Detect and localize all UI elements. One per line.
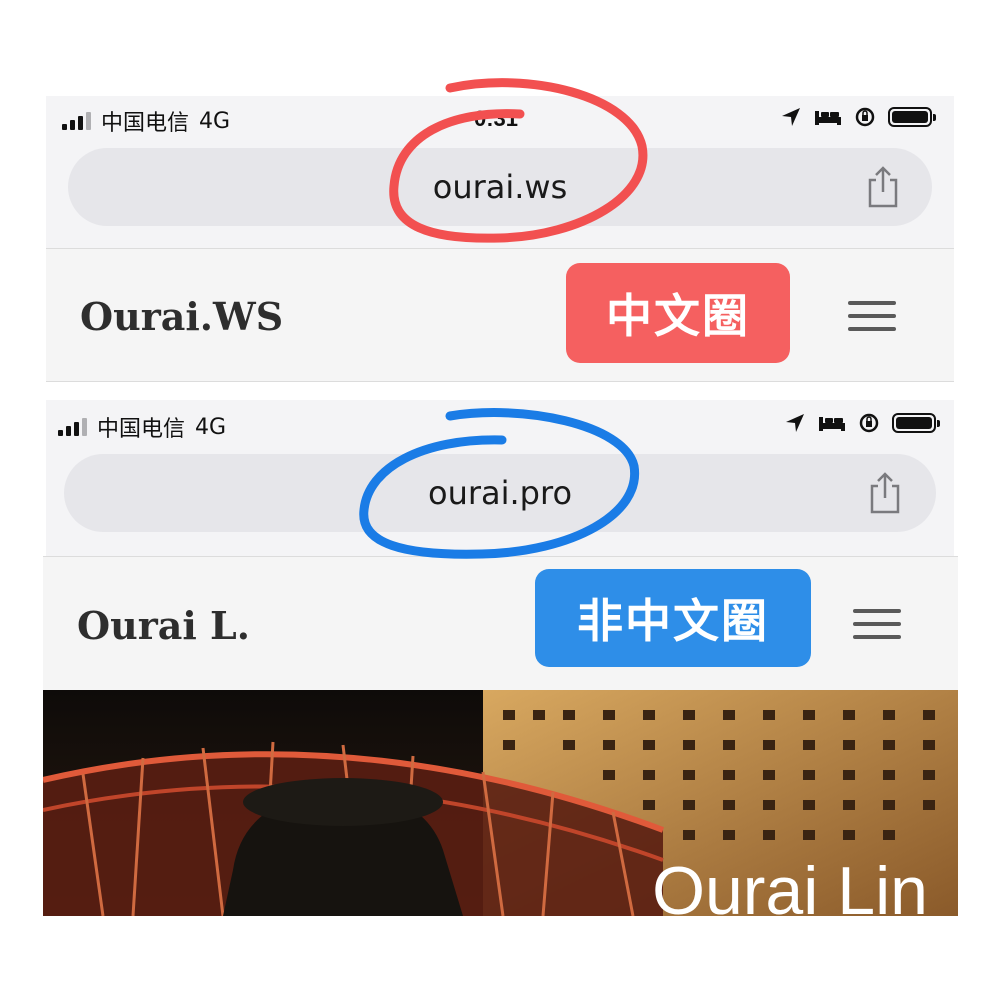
status-icons-bottom (784, 412, 940, 434)
browser-toolbar-bottom: ourai.pro (46, 448, 954, 556)
share-icon[interactable] (866, 472, 904, 514)
url-text: ourai.pro (427, 474, 573, 512)
status-icons-top (780, 106, 936, 128)
bed-icon (819, 417, 845, 431)
network-type: 4G (199, 108, 231, 134)
address-bar[interactable]: ourai.ws (68, 148, 932, 226)
carrier-info-bottom: 中国电信 4G (58, 411, 226, 443)
cellular-signal-icon (62, 112, 91, 130)
carrier-name: 中国电信 (97, 417, 186, 442)
rotation-lock-icon (855, 107, 875, 127)
browser-toolbar-top: ourai.ws (46, 144, 954, 248)
hamburger-menu-icon[interactable] (848, 301, 896, 340)
hero-title: Ourai Lin (652, 853, 928, 916)
url-text: ourai.ws (432, 168, 568, 206)
site-title[interactable]: Ourai.WS (80, 294, 283, 339)
hamburger-menu-icon[interactable] (853, 609, 901, 648)
battery-icon (892, 413, 940, 433)
location-arrow-icon (786, 414, 804, 432)
hero-image: Ourai Lin (43, 690, 958, 916)
site-title[interactable]: Ourai L. (77, 603, 250, 648)
bed-icon (815, 111, 841, 125)
location-arrow-icon (782, 108, 800, 126)
carrier-name: 中国电信 (101, 111, 190, 136)
site-header-top: Ourai.WS 中文圈 (46, 248, 954, 382)
language-badge: 中文圈 (566, 263, 790, 363)
network-type: 4G (195, 414, 227, 440)
share-icon[interactable] (864, 166, 902, 208)
status-clock: 0:31 (474, 106, 519, 131)
site-header-bottom: Ourai L. 非中文圈 (43, 556, 958, 692)
language-badge: 非中文圈 (535, 569, 811, 667)
rotation-lock-icon (859, 413, 879, 433)
battery-icon (888, 107, 936, 127)
carrier-info-top: 中国电信 4G (62, 105, 230, 137)
address-bar[interactable]: ourai.pro (64, 454, 936, 532)
cellular-signal-icon (58, 418, 87, 436)
